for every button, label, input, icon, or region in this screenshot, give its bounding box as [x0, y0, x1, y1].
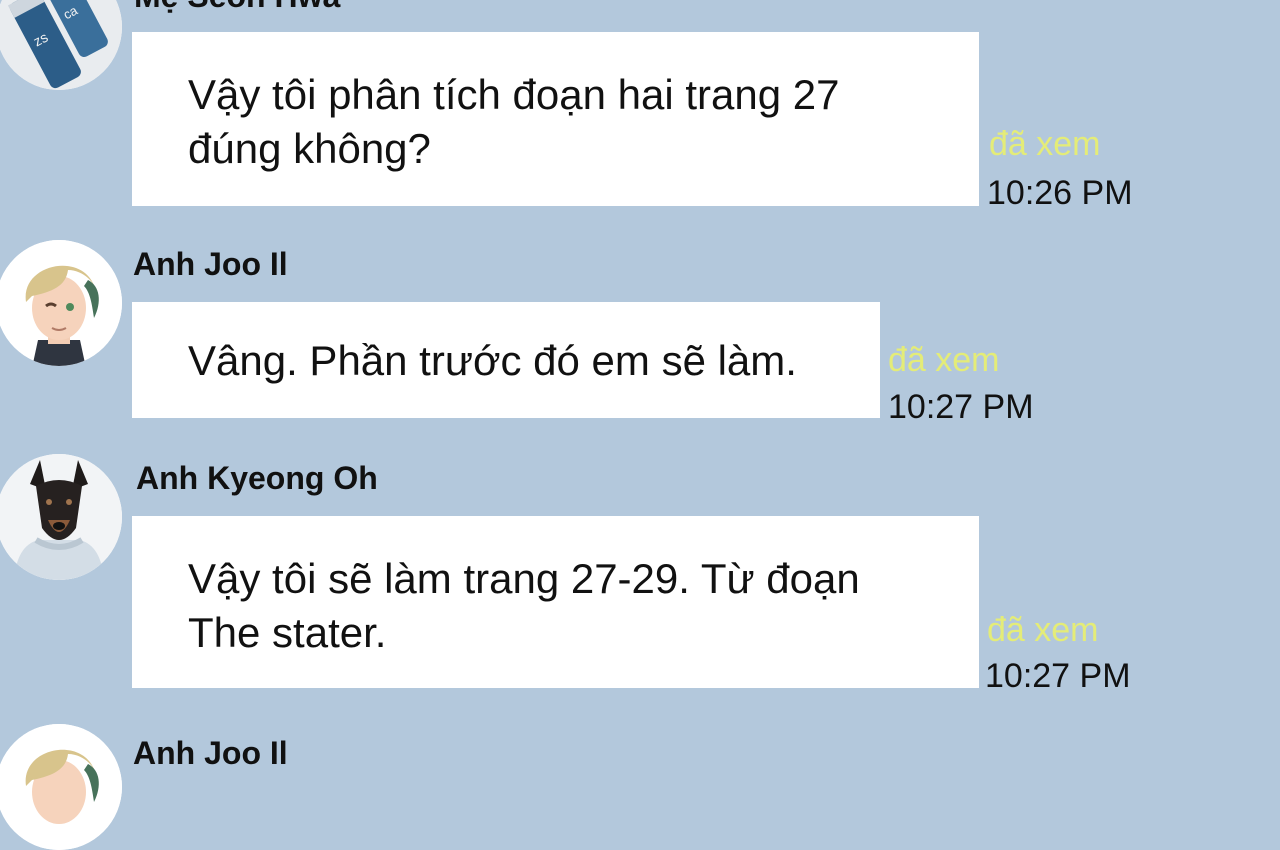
- blond-boy-avatar-icon: [0, 240, 122, 366]
- message-text-line: Vậy tôi sẽ làm trang 27-29. Từ đoạn: [188, 555, 860, 602]
- sender-name: Mẹ Seon Hwa: [134, 0, 340, 12]
- avatar-anh-joo-il[interactable]: [0, 240, 122, 366]
- avatar-me-seon-hwa[interactable]: zs ca: [0, 0, 122, 90]
- read-receipt: đã xem: [989, 125, 1101, 163]
- message-text-line: Vâng. Phần trước đó em sẽ làm.: [188, 337, 797, 384]
- message-time: 10:27 PM: [985, 657, 1131, 695]
- sender-name: Anh Joo Il: [133, 735, 288, 771]
- water-bottles-avatar-icon: zs ca: [0, 0, 122, 90]
- avatar-anh-joo-il[interactable]: [0, 724, 122, 850]
- message-bubble[interactable]: Vậy tôi sẽ làm trang 27-29. Từ đoạn The …: [132, 516, 979, 688]
- read-receipt: đã xem: [987, 611, 1099, 649]
- sender-name: Anh Kyeong Oh: [136, 460, 378, 496]
- message-text-line: đúng không?: [188, 125, 431, 172]
- doberman-avatar-icon: [0, 454, 122, 580]
- message-time: 10:27 PM: [888, 388, 1034, 426]
- message-time: 10:26 PM: [987, 174, 1133, 212]
- avatar-anh-kyeong-oh[interactable]: [0, 454, 122, 580]
- blond-boy-avatar-icon: [0, 724, 122, 850]
- read-receipt: đã xem: [888, 341, 1000, 379]
- message-text-line: The stater.: [188, 609, 387, 656]
- message-bubble[interactable]: Vậy tôi phân tích đoạn hai trang 27 đúng…: [132, 32, 979, 206]
- sender-name: Anh Joo Il: [133, 246, 288, 282]
- message-text-line: Vậy tôi phân tích đoạn hai trang 27: [188, 71, 840, 118]
- message-bubble[interactable]: Vâng. Phần trước đó em sẽ làm.: [132, 302, 880, 418]
